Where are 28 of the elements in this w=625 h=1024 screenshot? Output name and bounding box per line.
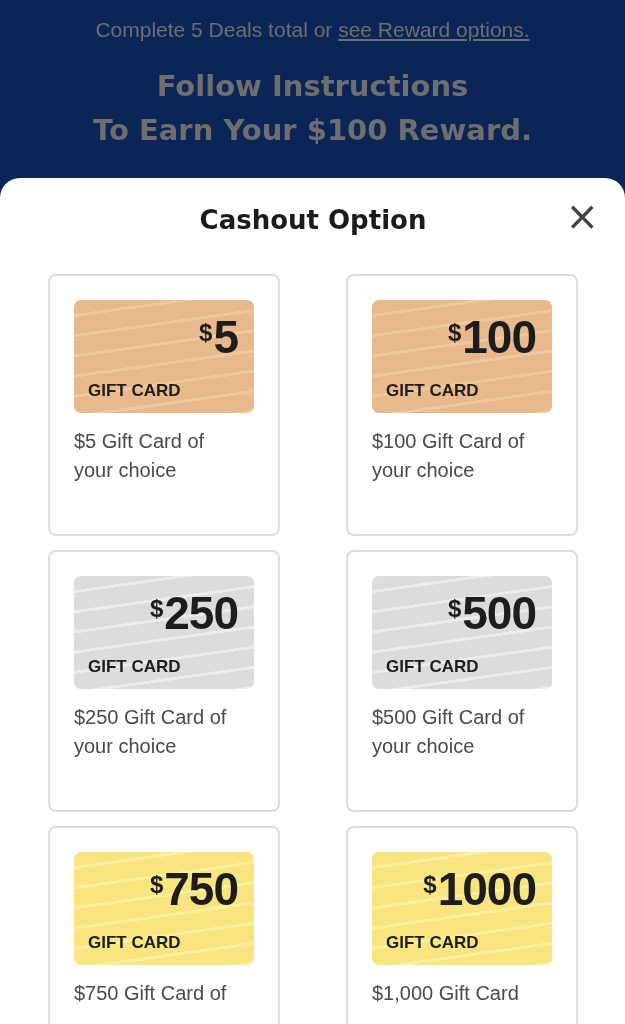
headline: Follow Instructions To Earn Your $100 Reward. [93, 68, 532, 149]
option-description: $750 Gift Card of [74, 981, 228, 1006]
cashout-option-card[interactable]: $^{$}$750 GIFT CARD $750 Gift Card of [48, 826, 280, 1024]
sheet-title: Cashout Option [199, 205, 427, 235]
card-amount: $^{$}$750 [149, 864, 238, 914]
card-label: GIFT CARD [386, 657, 479, 677]
card-label: GIFT CARD [386, 933, 479, 953]
option-description: $5 Gift Card of your choice [74, 429, 206, 483]
cashout-option-card[interactable]: $^{$}$250 GIFT CARD $250 Gift Card of your choice [48, 550, 280, 812]
card-amount: $^{$}$1000 [423, 864, 536, 914]
card-amount: $^{$}$100 [447, 312, 536, 362]
intro-text: Complete 5 Deals total or see Reward options. [95, 18, 530, 42]
card-amount: $^{$}$250 [149, 588, 238, 638]
option-description: $100 Gift Card of your choice [372, 429, 526, 483]
cashout-option-card[interactable]: $^{$}$5 GIFT CARD $5 Gift Card of your choice [48, 274, 280, 536]
cashout-option-card[interactable]: $^{$}$1000 GIFT CARD $1,000 Gift Card [346, 826, 578, 1024]
cashout-option-card[interactable]: $^{$}$500 GIFT CARD $500 Gift Card of your choice [346, 550, 578, 812]
card-amount: $^{$}$500 [447, 588, 536, 638]
close-button[interactable]: × [561, 198, 603, 234]
card-amount: $^{$}$5 [199, 312, 238, 362]
option-description: $500 Gift Card of your choice [372, 705, 526, 759]
option-description: $250 Gift Card of your choice [74, 705, 228, 759]
cashout-option-card[interactable]: $^{$}$100 GIFT CARD $100 Gift Card of your choice [346, 274, 578, 536]
card-label: GIFT CARD [88, 657, 181, 677]
card-label: GIFT CARD [88, 933, 181, 953]
card-label: GIFT CARD [88, 381, 181, 401]
option-description: $1,000 Gift Card [372, 981, 520, 1006]
card-label: GIFT CARD [386, 381, 479, 401]
